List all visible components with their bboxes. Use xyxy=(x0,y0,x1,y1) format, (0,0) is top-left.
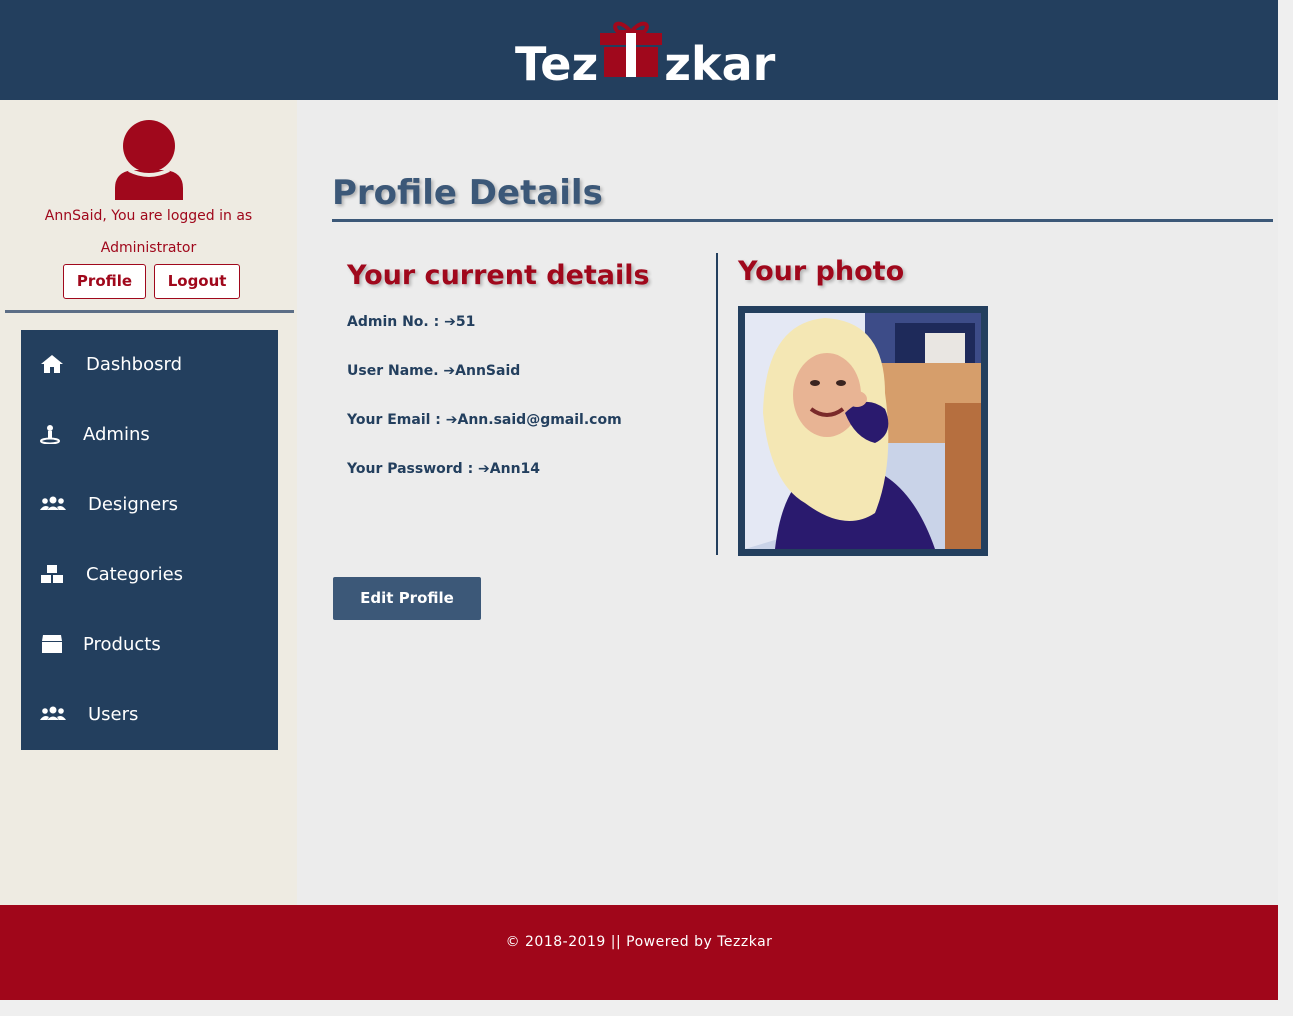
logged-in-line-1: AnnSaid, You are logged in as xyxy=(44,208,253,224)
detail-label: Your Password : xyxy=(347,461,474,477)
logo-text-right: zkar xyxy=(664,37,776,91)
sidebar-item-designers[interactable]: Designers xyxy=(21,470,278,540)
page-title: Profile Details xyxy=(332,173,603,213)
user-avatar-icon xyxy=(107,120,191,200)
edit-profile-button[interactable]: Edit Profile xyxy=(333,577,481,620)
sidebar-nav: Dashbosrd Admins Designers Categories Pr… xyxy=(21,330,278,750)
sidebar-item-dashboard[interactable]: Dashbosrd xyxy=(21,330,278,400)
sidebar-item-categories[interactable]: Categories xyxy=(21,540,278,610)
sidebar-item-label: Users xyxy=(88,704,139,725)
detail-value: Ann.said@gmail.com xyxy=(457,412,622,428)
account-buttons: Profile Logout xyxy=(63,264,241,299)
profile-photo xyxy=(745,313,981,549)
profile-button[interactable]: Profile xyxy=(63,264,146,299)
detail-label: Your Email : xyxy=(347,412,441,428)
sidebar-item-label: Admins xyxy=(83,424,150,445)
detail-admin-no: Admin No. : ➔51 xyxy=(347,312,475,332)
sidebar: AnnSaid, You are logged in as Administra… xyxy=(0,100,297,905)
logged-in-message: AnnSaid, You are logged in as Administra… xyxy=(0,200,297,264)
detail-user-name: User Name. ➔AnnSaid xyxy=(347,361,520,381)
arrow-right-icon: ➔ xyxy=(443,363,456,379)
box-icon xyxy=(40,634,64,654)
detail-password: Your Password : ➔Ann14 xyxy=(347,459,540,479)
detail-label: User Name. xyxy=(347,363,439,379)
sidebar-divider xyxy=(5,310,294,313)
sidebar-item-products[interactable]: Products xyxy=(21,610,278,680)
logged-in-role: Administrator xyxy=(100,240,197,256)
footer-text: © 2018-2019 || Powered by Tezzkar xyxy=(505,934,773,950)
arrow-right-icon: ➔ xyxy=(445,412,458,428)
photo-heading: Your photo xyxy=(738,256,905,287)
sidebar-item-label: Designers xyxy=(88,494,178,515)
details-heading: Your current details xyxy=(347,260,650,291)
detail-value: 51 xyxy=(455,314,476,330)
home-icon xyxy=(40,354,64,374)
top-header: Tez zkar xyxy=(0,0,1278,100)
arrow-right-icon: ➔ xyxy=(444,314,456,330)
site-logo[interactable]: Tez zkar xyxy=(515,21,776,92)
users-group-icon xyxy=(40,494,66,514)
boxes-icon xyxy=(40,564,64,584)
detail-label: Admin No. : xyxy=(347,314,440,330)
column-divider xyxy=(716,253,718,555)
admin-icon xyxy=(40,424,64,445)
logo-text-left: Tez xyxy=(515,37,599,91)
detail-value: Ann14 xyxy=(489,461,541,477)
arrow-right-icon: ➔ xyxy=(478,461,490,477)
photo-frame xyxy=(738,306,988,556)
detail-email: Your Email : ➔Ann.said@gmail.com xyxy=(347,410,622,430)
sidebar-item-label: Products xyxy=(83,634,161,655)
gift-icon xyxy=(598,20,664,80)
sidebar-item-admins[interactable]: Admins xyxy=(21,400,278,470)
users-group-icon xyxy=(40,704,66,724)
logout-button[interactable]: Logout xyxy=(154,264,241,299)
detail-value: AnnSaid xyxy=(455,363,521,379)
title-divider xyxy=(332,219,1273,222)
sidebar-item-users[interactable]: Users xyxy=(21,680,278,750)
sidebar-item-label: Dashbosrd xyxy=(86,354,183,375)
sidebar-item-label: Categories xyxy=(86,564,184,585)
